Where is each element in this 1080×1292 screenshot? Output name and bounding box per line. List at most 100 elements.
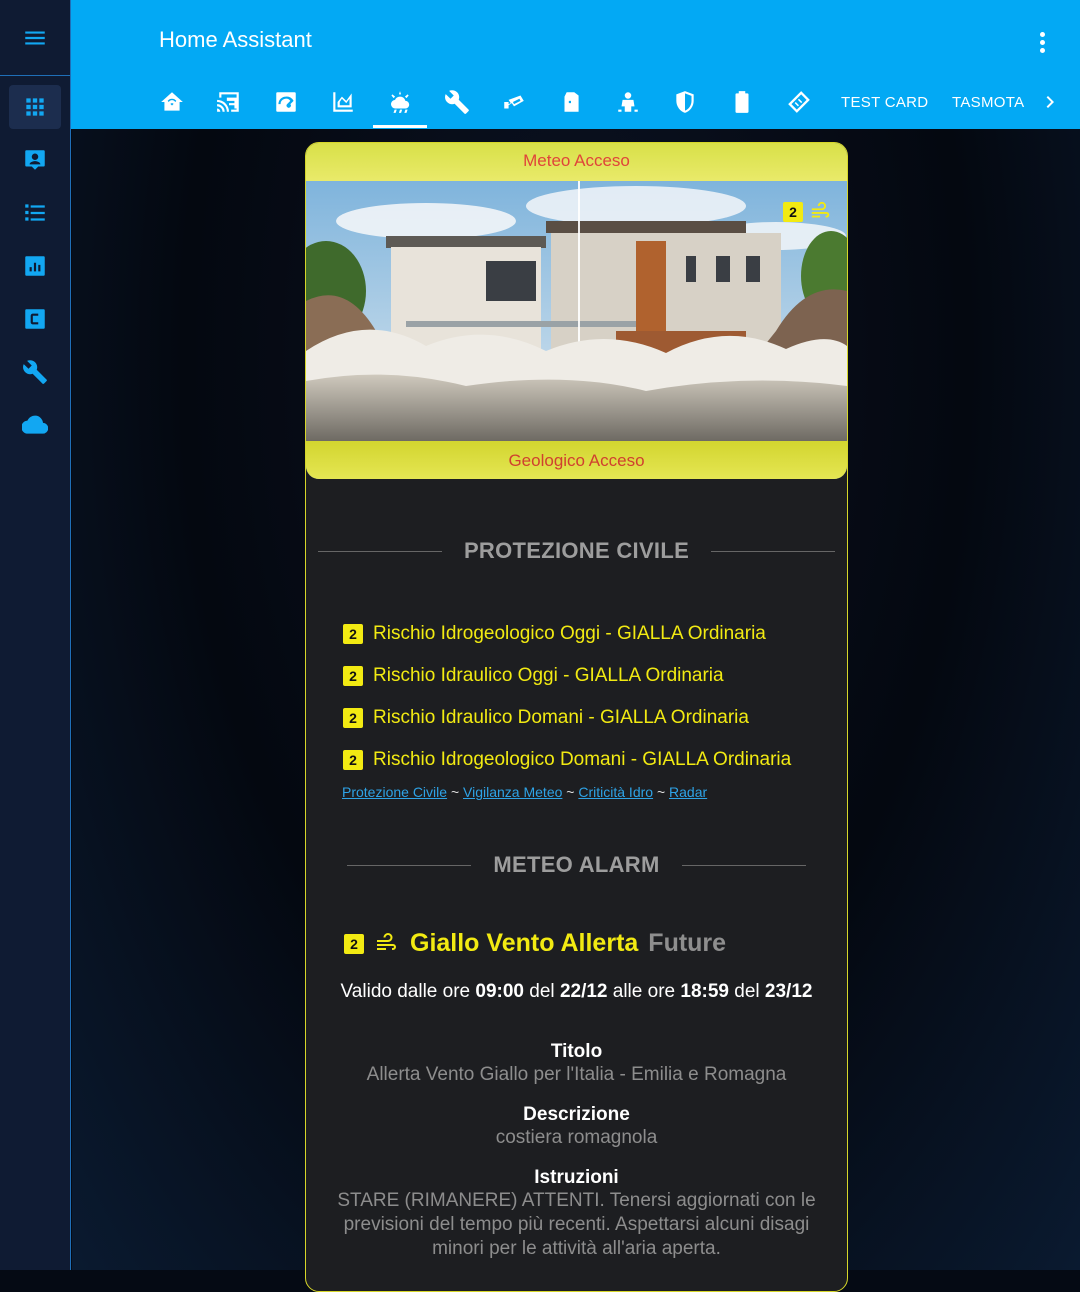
alert-name: Giallo Vento Allerta: [410, 929, 639, 957]
shield-icon: [676, 91, 694, 113]
home-wifi-icon: [161, 92, 183, 111]
cast-icon: [217, 92, 239, 112]
chevron-right-icon: [1046, 96, 1054, 108]
titolo-label: Titolo: [550, 1041, 603, 1062]
cctv-icon: [504, 95, 524, 109]
alert-status: Future: [648, 929, 727, 957]
dashboard-view: Meteo Acceso Geologico Acceso 2 PROTEZIO…: [72, 129, 1080, 1292]
link-separator: ~: [656, 784, 666, 800]
tag-icon: [788, 91, 810, 113]
link-separator: ~: [566, 784, 575, 800]
risk-item: 2 Rischio Idrogeologico Oggi - GIALLA Or…: [343, 613, 791, 655]
tab-test-card[interactable]: TEST CARD: [841, 94, 928, 111]
tab-battery[interactable]: [728, 88, 756, 116]
account-box-icon: [25, 150, 45, 170]
tab-cast[interactable]: [215, 88, 243, 116]
tab-camera[interactable]: [500, 88, 528, 116]
level-badge: 2: [343, 666, 363, 686]
risk-text: Rischio Idraulico Oggi - GIALLA Ordinari…: [373, 665, 724, 686]
link-separator: ~: [450, 784, 460, 800]
area-chart-icon: [333, 92, 353, 112]
end-time: 18:59: [680, 981, 729, 1002]
grid-icon: [26, 98, 44, 116]
sidebar-item-cloud[interactable]: [9, 403, 61, 447]
active-tab-indicator: [373, 125, 427, 128]
sidebar-item-overview[interactable]: [9, 85, 61, 129]
flooded-house-image: [306, 181, 847, 441]
risk-text: Rischio Idrogeologico Oggi - GIALLA Ordi…: [373, 623, 766, 644]
meteo-alarm-header: METEO ALARM: [306, 852, 847, 878]
alert-heading: 2 Giallo Vento Allerta Future: [344, 929, 726, 958]
istruzioni-label: Istruzioni: [534, 1167, 619, 1188]
person-icon: [618, 92, 638, 112]
tab-doors[interactable]: [557, 88, 585, 116]
validity-del: del: [734, 981, 760, 1002]
risk-list: 2 Rischio Idrogeologico Oggi - GIALLA Or…: [343, 613, 791, 781]
tab-tools[interactable]: [443, 88, 471, 116]
level-badge: 2: [783, 202, 803, 222]
divider: [317, 550, 442, 552]
view-tabs: TEST CARD TASMOTA: [71, 76, 1080, 129]
meteo-status-label: Meteo Acceso: [306, 143, 847, 181]
link-vigilanza-meteo[interactable]: Vigilanza Meteo: [463, 784, 562, 800]
start-date: 22/12: [559, 981, 608, 1002]
section-title: PROTEZIONE CIVILE: [463, 538, 690, 563]
link-radar[interactable]: Radar: [669, 784, 707, 800]
divider: [681, 864, 806, 866]
sidebar: [0, 0, 71, 1270]
link-protezione-civile[interactable]: Protezione Civile: [342, 784, 447, 800]
risk-text: Rischio Idraulico Domani - GIALLA Ordina…: [373, 707, 749, 728]
tab-statistics[interactable]: [329, 88, 357, 116]
flood-banner: Meteo Acceso Geologico Acceso 2: [306, 143, 847, 479]
level-badge: 2: [343, 708, 363, 728]
more-options-icon[interactable]: [1028, 28, 1056, 56]
links-row: Protezione Civile ~ Vigilanza Meteo ~ Cr…: [342, 784, 707, 800]
level-badge: 2: [344, 933, 364, 954]
wrench-icon: [445, 90, 469, 114]
tab-tags[interactable]: [785, 88, 813, 116]
level-badge: 2: [343, 750, 363, 770]
end-date: 23/12: [764, 981, 813, 1002]
app-header: Home Assistant TEST CARD TASMOTA: [71, 0, 1080, 129]
validity-text: Valido dalle ore 09:00 del 22/12 alle or…: [336, 980, 817, 1003]
tab-tasmota[interactable]: TASMOTA: [952, 94, 1024, 111]
wind-icon: [811, 201, 830, 218]
alert-card: Meteo Acceso Geologico Acceso 2 PROTEZIO…: [305, 142, 848, 1292]
sidebar-item-developer-tools[interactable]: [9, 350, 61, 394]
battery-icon: [735, 91, 749, 113]
geologico-status-label: Geologico Acceso: [306, 441, 847, 479]
chart-box-icon: [25, 256, 45, 276]
tab-security[interactable]: [671, 88, 699, 116]
wrench-icon: [23, 360, 47, 384]
tabs-scroll-right[interactable]: [1038, 90, 1062, 114]
cloud-icon: [22, 415, 48, 434]
sidebar-item-c[interactable]: [9, 297, 61, 341]
menu-button[interactable]: [0, 0, 70, 76]
sidebar-item-account[interactable]: [9, 138, 61, 182]
descrizione-field: Descrizione costiera romagnola: [336, 1104, 817, 1150]
risk-item: 2 Rischio Idraulico Domani - GIALLA Ordi…: [343, 697, 791, 739]
divider: [347, 864, 472, 866]
descrizione-value: costiera romagnola: [495, 1127, 658, 1148]
wind-icon: [377, 932, 396, 950]
list-icon: [25, 204, 45, 221]
link-criticita-idro[interactable]: Criticità Idro: [578, 784, 653, 800]
tab-gauge[interactable]: [272, 88, 300, 116]
door-icon: [564, 92, 579, 112]
sidebar-item-history[interactable]: [9, 244, 61, 288]
app-title: Home Assistant: [159, 27, 312, 52]
risk-item: 2 Rischio Idraulico Oggi - GIALLA Ordina…: [343, 655, 791, 697]
descrizione-label: Descrizione: [523, 1104, 630, 1125]
tab-people[interactable]: [614, 88, 642, 116]
sidebar-item-logbook[interactable]: [9, 191, 61, 235]
validity-del: del: [529, 981, 555, 1002]
start-time: 09:00: [475, 981, 525, 1002]
tab-weather[interactable]: [386, 88, 414, 116]
risk-text: Rischio Idrogeologico Domani - GIALLA Or…: [373, 749, 792, 770]
hamburger-icon: [25, 31, 45, 44]
titolo-field: Titolo Allerta Vento Giallo per l'Italia…: [336, 1041, 817, 1087]
risk-item: 2 Rischio Idrogeologico Domani - GIALLA …: [343, 739, 791, 781]
istruzioni-value: STARE (RIMANERE) ATTENTI. Tenersi aggior…: [337, 1190, 816, 1259]
gauge-icon: [276, 92, 296, 112]
tab-home[interactable]: [158, 88, 186, 116]
